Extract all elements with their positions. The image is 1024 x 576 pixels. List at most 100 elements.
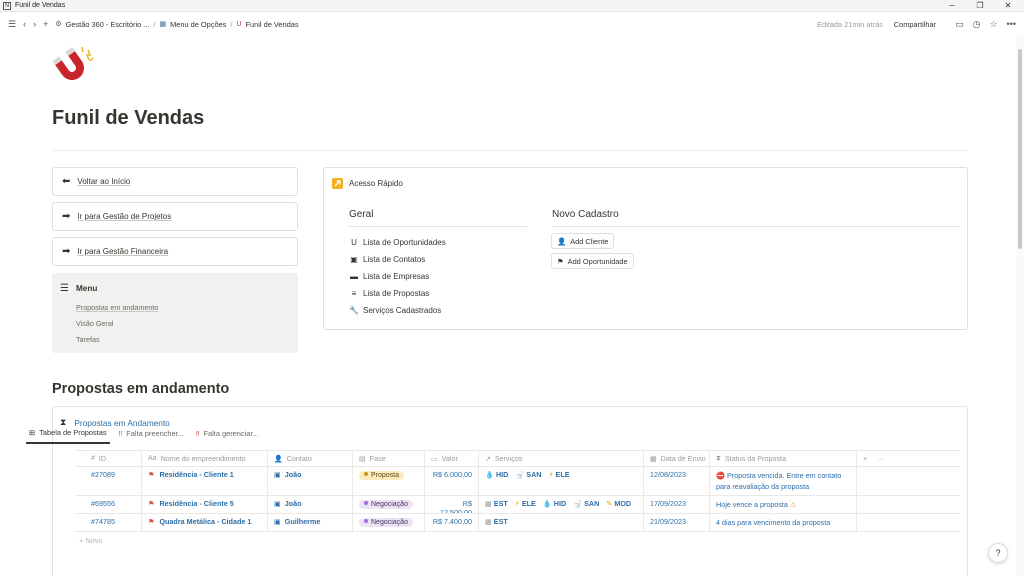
add-page-icon[interactable]: + — [43, 19, 48, 29]
menu-item-visao-geral[interactable]: Visão Geral — [76, 316, 290, 332]
restore-icon[interactable]: ❐ — [966, 0, 994, 12]
row-contact[interactable]: ▣ João — [268, 467, 353, 495]
close-icon[interactable]: ✕ — [994, 0, 1022, 12]
breadcrumb-item-workspace[interactable]: Gestão 360 - Escritório ... — [66, 20, 150, 29]
breadcrumb-item-current[interactable]: Funil de Vendas — [246, 20, 299, 29]
link-servicos-cadastrados[interactable]: 🔧 Serviços Cadastrados — [349, 302, 446, 319]
row-name[interactable]: ⚑ Residência - Cliente 5 — [142, 496, 268, 513]
hamburger-icon: ☰ — [60, 283, 69, 294]
building-icon: ▦ — [485, 499, 492, 508]
toilet-icon: 🚽 — [515, 470, 525, 479]
divider — [52, 150, 968, 151]
double-exclamation-icon: ‼ — [118, 429, 123, 438]
column-header-contato[interactable]: 👤 Contato — [268, 451, 353, 466]
quick-access-header: Acesso Rápido — [332, 178, 403, 189]
calendar-icon: ▦ — [650, 455, 657, 463]
os-title-bar: N Funil de Vendas ─ ❐ ✕ — [0, 0, 1024, 12]
link-lista-oportunidades[interactable]: U Lista de Oportunidades — [349, 234, 446, 251]
no-entry-icon: ⛔ — [716, 471, 725, 480]
relation-icon: ↗ — [485, 455, 491, 463]
table-row[interactable]: #69556 ⚑ Residência - Cliente 5 ▣ João Neg… — [75, 496, 960, 514]
add-oportunidade-button[interactable]: ⚑ Add Oportunidade — [551, 253, 634, 269]
row-services[interactable]: ▦ EST — [479, 514, 644, 531]
phase-pill: Proposta — [359, 471, 405, 480]
row-value: R$ 7.400,00 — [425, 514, 479, 531]
column-header-nome[interactable]: Aa Nome do empreendimento — [142, 451, 268, 466]
add-cliente-button[interactable]: 👤 Add Cliente — [551, 233, 615, 249]
contact-card-icon: ▣ — [274, 499, 281, 508]
favorite-star-icon[interactable]: ☆ — [989, 19, 997, 30]
row-phase[interactable]: Negociação — [353, 514, 425, 531]
tab-falta-gerenciar[interactable]: ‼ Falta gerenciar... — [193, 428, 262, 444]
row-phase[interactable]: Proposta — [353, 467, 425, 495]
database-title[interactable]: ⧗ Propostas em Andamento — [60, 417, 170, 428]
link-lista-propostas[interactable]: ≡ Lista de Propostas — [349, 285, 446, 302]
row-name[interactable]: ⚑ Residência - Cliente 1 — [142, 467, 268, 495]
column-header-id[interactable]: # ID — [85, 451, 142, 466]
forward-icon[interactable]: › — [33, 19, 36, 29]
row-contact[interactable]: ▣ João — [268, 496, 353, 513]
flag-icon: ⚑ — [148, 499, 155, 508]
add-user-icon: 👤 — [557, 236, 567, 246]
row-id: #69556 — [85, 496, 142, 513]
help-button[interactable]: ? — [988, 543, 1008, 563]
link-lista-contatos[interactable]: ▣ Lista de Contatos — [349, 251, 446, 268]
comments-icon[interactable]: ▭ — [955, 19, 964, 30]
finance-button[interactable]: ➡ Ir para Gestão Financeira — [52, 237, 298, 266]
topbar-actions: Editada 21min atrás Compartilhar ▭ ◷ ☆ •… — [817, 13, 1016, 35]
column-header-servicos[interactable]: ↗ Serviços — [479, 451, 644, 466]
window-title: Funil de Vendas — [15, 2, 66, 9]
back-icon[interactable]: ‹ — [23, 19, 26, 29]
scrollbar[interactable] — [1016, 35, 1024, 576]
section-title: Propostas em andamento — [52, 381, 230, 397]
table-icon: ⊞ — [29, 428, 36, 437]
edit-list-icon: ≡ — [351, 289, 357, 298]
row-status: Hoje vence a proposta ⚠ — [710, 496, 857, 513]
topbar: ☰ ‹ › + ⚙ Gestão 360 - Escritório ... / … — [0, 13, 1024, 35]
add-new-row-button[interactable]: + Novo — [79, 536, 103, 545]
minimize-icon[interactable]: ─ — [938, 0, 966, 12]
row-services[interactable]: ▦ EST ⚡ ELE 💧 HID 🚽 SAN ✎ MOD — [479, 496, 644, 513]
row-phase[interactable]: Negociação — [353, 496, 425, 513]
contact-card-icon: ▣ — [274, 517, 281, 526]
menu-header: ☰ Menu — [60, 283, 98, 294]
magnet-icon: U — [236, 20, 242, 28]
contact-card-icon: ▣ — [274, 470, 281, 479]
more-icon[interactable]: ··· — [877, 454, 884, 463]
add-column-button[interactable]: + ··· — [857, 451, 897, 466]
row-services[interactable]: 💧 HID 🚽 SAN ⚡ ELE — [479, 467, 644, 495]
geral-list: U Lista de Oportunidades ▣ Lista de Cont… — [349, 234, 446, 319]
history-icon[interactable]: ◷ — [973, 19, 981, 30]
tab-tabela-propostas[interactable]: ⊞ Tabela de Propostas — [26, 428, 110, 444]
building-icon: ▦ — [485, 517, 492, 526]
menu-item-propostas[interactable]: Propostas em andamento — [76, 300, 290, 316]
menu-callout: ☰ Menu Propostas em andamento Visão Gera… — [52, 273, 298, 353]
column-header-fase[interactable]: ▤ Fase — [353, 451, 425, 466]
link-lista-empresas[interactable]: ▬ Lista de Empresas — [349, 268, 446, 285]
share-button[interactable]: Compartilhar — [894, 20, 936, 29]
column-header-status[interactable]: ⧗ Status da Proposta — [710, 451, 857, 466]
formula-icon: ⧗ — [716, 454, 721, 462]
sidebar-toggle-icon[interactable]: ☰ — [8, 19, 16, 29]
table-row[interactable]: #74785 ⚑ Quadra Metálica - Cidade 1 ▣ Guil… — [75, 514, 960, 532]
magnet-page-icon[interactable] — [52, 46, 96, 86]
view-tabs: ⊞ Tabela de Propostas ‼ Falta preencher.… — [26, 428, 268, 444]
row-name[interactable]: ⚑ Quadra Metálica - Cidade 1 — [142, 514, 268, 531]
scrollbar-thumb[interactable] — [1018, 49, 1022, 249]
more-options-icon[interactable]: ••• — [1007, 19, 1016, 29]
table-row[interactable]: #27089 ⚑ Residência - Cliente 1 ▣ João Pro… — [75, 467, 960, 496]
row-contact[interactable]: ▣ Guilherme — [268, 514, 353, 531]
phase-pill: Negociação — [359, 518, 413, 527]
double-exclamation-icon: ‼ — [195, 429, 200, 438]
column-header-data[interactable]: ▦ Data de Envio — [644, 451, 710, 466]
row-date: 21/09/2023 — [644, 514, 710, 531]
forward-arrow-icon: ➡ — [62, 211, 71, 222]
column-header-valor[interactable]: ▭ Valor — [425, 451, 479, 466]
back-home-button[interactable]: ⬅ Voltar ao Início — [52, 167, 298, 196]
tab-falta-preencher[interactable]: ‼ Falta preencher... — [116, 428, 187, 444]
contact-card-icon: ▣ — [350, 255, 358, 264]
text-icon: Aa — [148, 455, 157, 462]
projects-button[interactable]: ➡ Ir para Gestão de Projetos — [52, 202, 298, 231]
menu-item-tarefas[interactable]: Tarefas — [76, 332, 290, 348]
breadcrumb-item-menu[interactable]: Menu de Opções — [170, 20, 226, 29]
